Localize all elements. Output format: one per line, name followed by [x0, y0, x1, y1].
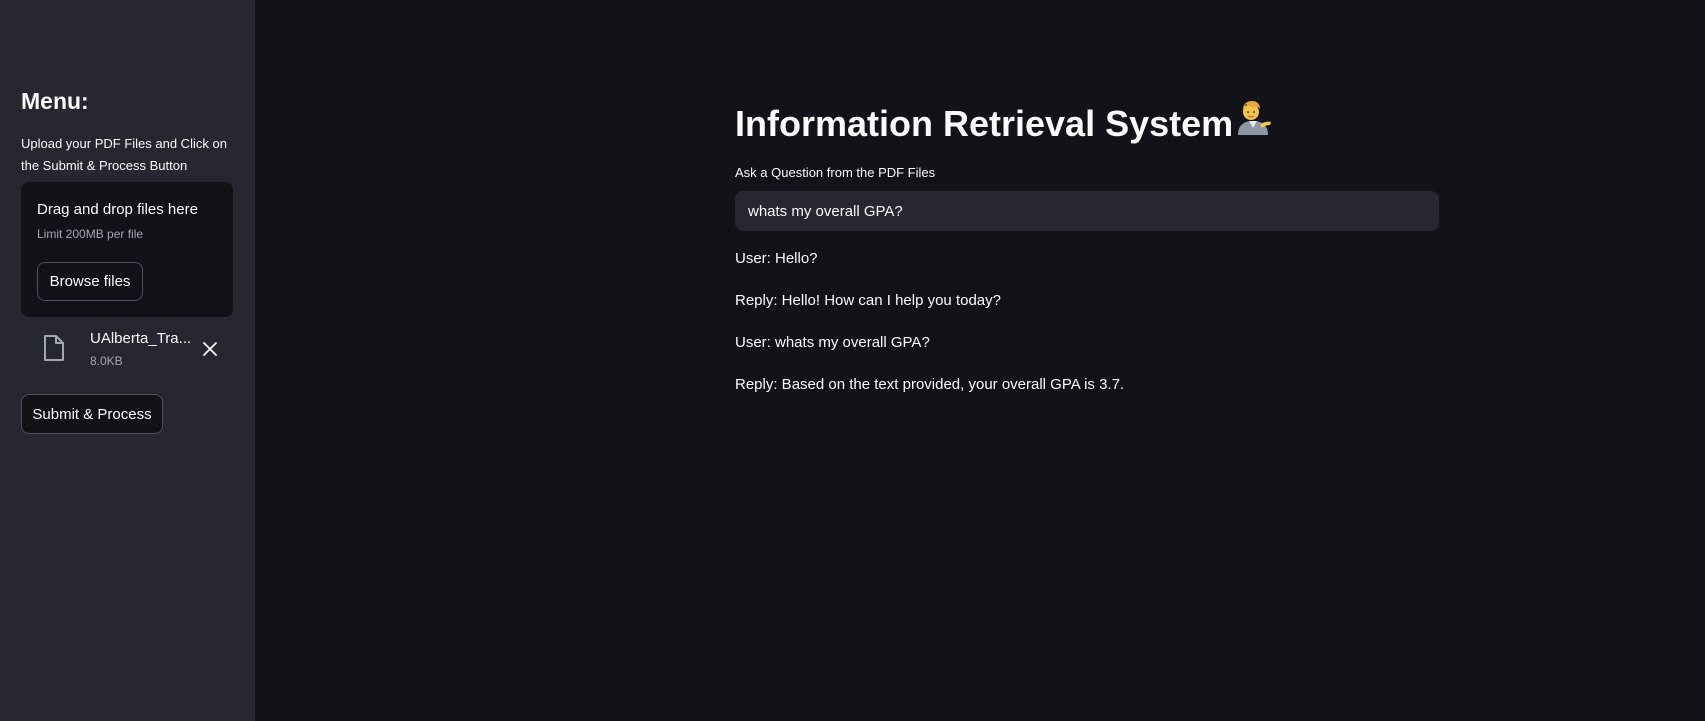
dropzone-title: Drag and drop files here [37, 201, 198, 218]
close-icon[interactable] [196, 335, 224, 363]
chat-history: User: Hello? Reply: Hello! How can I hel… [735, 248, 1635, 416]
submit-process-button[interactable]: Submit & Process [21, 394, 163, 434]
sidebar: Menu: Upload your PDF Files and Click on… [0, 0, 255, 721]
dropzone-limit: Limit 200MB per file [37, 227, 144, 241]
browse-files-button[interactable]: Browse files [37, 262, 143, 301]
app-root: Menu: Upload your PDF Files and Click on… [0, 0, 1705, 721]
page-title-text: Information Retrieval System [735, 103, 1234, 144]
file-name: UAlberta_Tra... [90, 330, 192, 347]
question-input[interactable] [735, 191, 1439, 231]
chat-message: User: whats my overall GPA? [735, 334, 930, 351]
file-size: 8.0KB [90, 354, 123, 368]
person-tipping-hand-emoji-icon [1234, 98, 1272, 148]
file-dropzone[interactable]: Drag and drop files here Limit 200MB per… [21, 182, 233, 317]
page-title: Information Retrieval System [735, 100, 1272, 148]
chat-message: Reply: Based on the text provided, your … [735, 376, 1125, 393]
main-content: Information Retrieval System Ask a Quest… [255, 0, 1705, 721]
chat-message: Reply: Hello! How can I help you today? [735, 292, 1001, 309]
sidebar-title: Menu: [21, 88, 89, 114]
question-label: Ask a Question from the PDF Files [735, 165, 936, 180]
sidebar-description: Upload your PDF Files and Click on the S… [21, 136, 227, 173]
chat-message: User: Hello? [735, 250, 818, 267]
uploaded-file-item: UAlberta_Tra... 8.0KB [21, 327, 235, 373]
file-icon [43, 335, 65, 361]
